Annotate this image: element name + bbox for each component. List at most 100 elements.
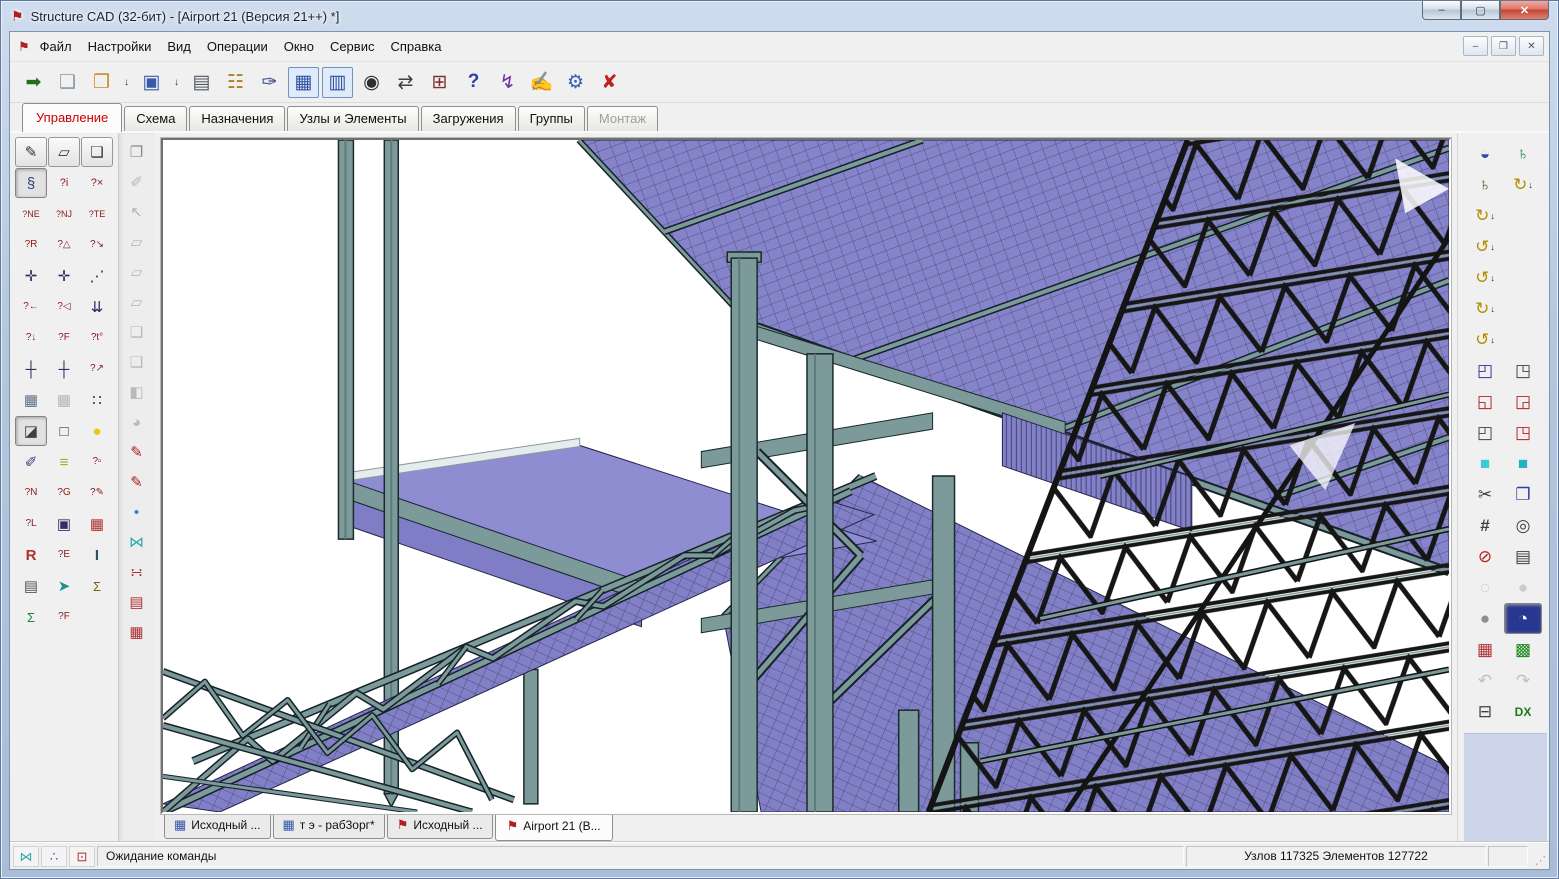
full-model-icon[interactable]: ▩: [1504, 634, 1542, 665]
exit-icon[interactable]: ➡: [18, 67, 49, 98]
delete-results-icon[interactable]: ✘: [594, 67, 625, 98]
move-element-icon[interactable]: ⇄: [390, 67, 421, 98]
small-node-icon[interactable]: •: [121, 498, 153, 526]
save-icon[interactable]: ▣: [136, 67, 167, 98]
element-types-icon[interactable]: ?TE: [81, 199, 113, 229]
load-angle-icon[interactable]: ?◁: [48, 292, 80, 322]
beam-section-icon[interactable]: ◪: [15, 416, 47, 446]
fragmentation-icon[interactable]: ?▫: [81, 447, 113, 477]
view-left-icon[interactable]: ◲: [1504, 386, 1542, 417]
rotate-z-icon[interactable]: ↺↓: [1466, 231, 1504, 262]
merge-nodes-icon[interactable]: ?↘: [81, 230, 113, 260]
orbit-back-icon[interactable]: ♄: [1466, 169, 1504, 200]
nodal-load-icon[interactable]: ?↓: [15, 323, 47, 353]
orbit-icon[interactable]: ♄: [1504, 138, 1542, 169]
fragment-grid-icon[interactable]: ▦: [1466, 634, 1504, 665]
mdi-restore-button[interactable]: ❐: [1491, 36, 1516, 56]
print-icon[interactable]: ▤: [186, 67, 217, 98]
menu-окно[interactable]: Окно: [276, 34, 322, 59]
result-histogram-icon[interactable]: R: [15, 540, 47, 570]
open-project-icon[interactable]: ❒: [86, 67, 117, 98]
zoom-off-icon[interactable]: ⊘: [1466, 541, 1504, 572]
support-icon[interactable]: ?△: [48, 230, 80, 260]
doc-tab-airport-21[interactable]: ⚑Airport 21 (В...: [495, 814, 613, 841]
menu-справка[interactable]: Справка: [382, 34, 449, 59]
dxf-export-icon[interactable]: DX: [1504, 696, 1542, 727]
move-grid-icon[interactable]: ▦: [15, 385, 47, 415]
rotate-z-neg-icon[interactable]: ↺↓: [1466, 262, 1504, 293]
diagonal-nodes-icon[interactable]: ⋰: [81, 261, 113, 291]
view-top-icon[interactable]: ◱: [1466, 386, 1504, 417]
node-path-icon[interactable]: ∴: [41, 846, 67, 867]
digit-display-icon[interactable]: ⊟: [1466, 696, 1504, 727]
element-numbers-icon[interactable]: ?NJ: [48, 199, 80, 229]
node-grid-icon[interactable]: ┼: [15, 354, 47, 384]
save-dropdown-icon[interactable]: ↓: [170, 67, 183, 98]
sum-groups-icon[interactable]: Σ: [81, 571, 113, 601]
menu-операции[interactable]: Операции: [199, 34, 276, 59]
axis-cross-icon[interactable]: ✛: [15, 261, 47, 291]
resize-grip[interactable]: ⋰: [1530, 851, 1546, 867]
bowtie-section-icon[interactable]: ⋈: [121, 528, 153, 556]
rotate-y-neg-icon[interactable]: ↺↓: [1466, 324, 1504, 355]
iso-view-icon[interactable]: ◰: [1466, 355, 1504, 386]
sphere-view-icon[interactable]: ●: [1466, 603, 1504, 634]
multi-window-icon[interactable]: ❐: [1504, 479, 1542, 510]
view-corner-2-icon[interactable]: ◳: [1504, 417, 1542, 448]
tab-uzly-i-elementy[interactable]: Узлы и Элементы: [287, 106, 418, 131]
close-button[interactable]: ✕: [1500, 1, 1549, 20]
cut-fragment-icon[interactable]: ✂: [1466, 479, 1504, 510]
node-info-icon[interactable]: ?i: [48, 168, 80, 198]
mdi-minimize-button[interactable]: –: [1463, 36, 1488, 56]
rotate-y-icon[interactable]: ↻↓: [1466, 293, 1504, 324]
menu-сервис[interactable]: Сервис: [322, 34, 383, 59]
menu-настройки[interactable]: Настройки: [80, 34, 160, 59]
shaded-view-icon[interactable]: ■: [1466, 448, 1504, 479]
edit-path-2-icon[interactable]: ✎: [121, 468, 153, 496]
element-info-icon[interactable]: ?×: [81, 168, 113, 198]
building-fragment-icon[interactable]: ▤: [121, 588, 153, 616]
solid-edit-icon[interactable]: ❏: [81, 137, 113, 167]
calculation-icon[interactable]: ?: [458, 67, 489, 98]
wire-cube-icon[interactable]: □: [48, 416, 80, 446]
report-notes-icon[interactable]: ✍: [526, 67, 557, 98]
f-parameter-icon[interactable]: ?F: [48, 602, 80, 632]
element-colors-icon[interactable]: ?E: [48, 540, 80, 570]
window-copy-icon[interactable]: ❐: [121, 138, 153, 166]
plate-g-icon[interactable]: ▤: [15, 571, 47, 601]
load-direction-icon[interactable]: ?←: [15, 292, 47, 322]
model-canvas[interactable]: [161, 138, 1451, 814]
menu-файл[interactable]: Файл: [32, 34, 80, 59]
mdi-close-button[interactable]: ✕: [1519, 36, 1544, 56]
paint-scheme-icon[interactable]: ✑: [254, 67, 285, 98]
menu-вид[interactable]: Вид: [159, 34, 199, 59]
zoom-icon[interactable]: ◎: [1504, 510, 1542, 541]
project-tree-icon[interactable]: ☷: [220, 67, 251, 98]
light-source-icon[interactable]: ●: [81, 416, 113, 446]
assign-g-icon[interactable]: ?G: [48, 478, 80, 508]
distributed-load-icon[interactable]: ⇊: [81, 292, 113, 322]
maximize-button[interactable]: ▢: [1461, 1, 1500, 20]
node-grid-2-icon[interactable]: ┼: [48, 354, 80, 384]
solid-view-icon[interactable]: ▥: [322, 67, 353, 98]
eraser-icon[interactable]: ▱: [48, 137, 80, 167]
rigid-body-icon[interactable]: ?R: [15, 230, 47, 260]
settings-box-icon[interactable]: ⚙: [560, 67, 591, 98]
doc-tab-ishodnyj-2[interactable]: ⚑Исходный ...: [387, 814, 493, 839]
edit-g-icon[interactable]: ?✎: [81, 478, 113, 508]
snapshot-icon[interactable]: ◉: [356, 67, 387, 98]
frame-grid-icon[interactable]: ▣: [48, 509, 80, 539]
tab-zagruzheniya[interactable]: Загружения: [421, 106, 516, 131]
doc-tab-ishodnyj-1[interactable]: ▦Исходный ...: [164, 814, 271, 839]
pencil-icon[interactable]: ✎: [15, 137, 47, 167]
local-axes-icon[interactable]: ?↗: [81, 354, 113, 384]
steel-section-icon[interactable]: I: [81, 540, 113, 570]
rotate-x-neg-icon[interactable]: ↻↓: [1466, 200, 1504, 231]
assign-n-icon[interactable]: ?N: [15, 478, 47, 508]
open-dropdown-icon[interactable]: ↓: [120, 67, 133, 98]
assembly-icon[interactable]: ⊞: [424, 67, 455, 98]
new-project-icon[interactable]: ❑: [52, 67, 83, 98]
red-grid-icon[interactable]: ▦: [81, 509, 113, 539]
fence-select-icon[interactable]: #: [1466, 510, 1504, 541]
grid-view-icon[interactable]: ▦: [288, 67, 319, 98]
